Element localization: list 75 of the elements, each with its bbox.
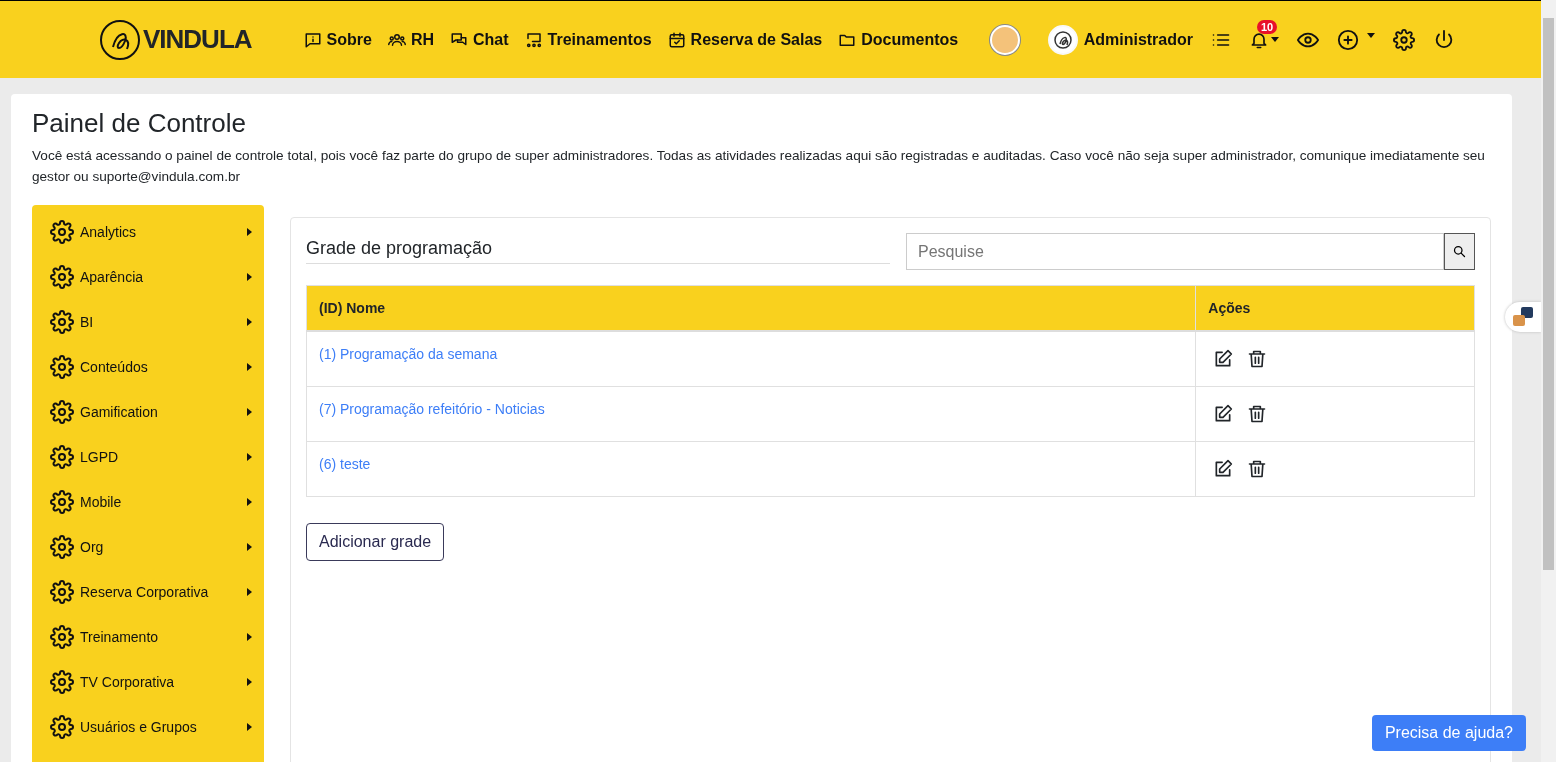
- page-description: Você está acessando o painel de controle total, pois você faz parte do grupo de super administradores. Todas as atividades realizadas aqui são registradas e auditadas. Caso você não seja super administrador, comunique imediatamente seu gestor ou suporte@vindula.com.br: [32, 147, 1486, 186]
- gear-icon: [50, 444, 74, 469]
- page-title: Painel de Controle: [32, 108, 247, 139]
- triangle-icon: [247, 407, 252, 416]
- gear-icon: [50, 579, 74, 604]
- gear-icon: [50, 354, 74, 379]
- caret-icon[interactable]: [1367, 33, 1375, 38]
- sidebar-item[interactable]: Usuários e Grupos: [32, 704, 264, 749]
- trash-icon: [1247, 404, 1268, 424]
- board-icon: [524, 30, 543, 49]
- logo-text: VINDULA: [143, 24, 252, 55]
- sidebar-item[interactable]: Org: [32, 524, 264, 569]
- user-menu[interactable]: Administrador: [1047, 24, 1193, 55]
- trash-icon: [1247, 349, 1268, 369]
- gear-icon: [50, 399, 74, 424]
- logo-icon: [99, 18, 141, 61]
- sidebar-item[interactable]: Analytics: [32, 209, 264, 254]
- search-button[interactable]: [1444, 233, 1475, 270]
- edit-icon: [1213, 349, 1234, 369]
- sidebar-item[interactable]: Mobile: [32, 479, 264, 524]
- plus-circle-icon: [1337, 28, 1359, 51]
- calendar-check-icon: [667, 30, 686, 49]
- gear-icon: [50, 264, 74, 289]
- trash-icon: [1247, 459, 1268, 479]
- triangle-icon: [247, 497, 252, 506]
- column-header: Ações: [1195, 285, 1475, 331]
- triangle-icon: [247, 722, 252, 731]
- triangle-icon: [247, 452, 252, 461]
- nav-link[interactable]: Reserva de Salas: [667, 30, 823, 49]
- triangle-icon: [247, 677, 252, 686]
- gear-icon: [50, 624, 74, 649]
- triangle-icon: [247, 587, 252, 596]
- sidebar-item[interactable]: Gamification: [32, 389, 264, 434]
- power-icon: [1433, 28, 1455, 51]
- triangle-icon: [247, 362, 252, 371]
- caret-icon[interactable]: [1271, 37, 1279, 42]
- help-button[interactable]: Precisa de ajuda?: [1371, 715, 1526, 751]
- message-info-icon: [303, 30, 322, 49]
- nav-link[interactable]: RH: [387, 30, 434, 49]
- sidebar-item[interactable]: Treinamento: [32, 614, 264, 659]
- search-icon: [1452, 244, 1467, 259]
- notification-badge: 10: [1257, 19, 1278, 34]
- avatar[interactable]: [989, 24, 1020, 55]
- sidebar-item[interactable]: Conteúdos: [32, 344, 264, 389]
- sidebar-item[interactable]: Reserva Corporativa: [32, 569, 264, 614]
- sidebar-item[interactable]: BI: [32, 299, 264, 344]
- sidebar-item[interactable]: TV Corporativa: [32, 659, 264, 704]
- edit-icon: [1213, 459, 1234, 479]
- gear-icon: [50, 669, 74, 694]
- row-link[interactable]: (6) teste: [319, 456, 371, 472]
- settings-icon: [1393, 28, 1415, 51]
- triangle-icon: [247, 542, 252, 551]
- gear-icon: [50, 219, 74, 244]
- row-link[interactable]: (1) Programação da semana: [319, 346, 498, 362]
- row-link[interactable]: (7) Programação refeitório - Noticias: [319, 401, 545, 417]
- triangle-icon: [247, 272, 252, 281]
- gear-icon: [50, 714, 74, 739]
- triangle-icon: [247, 227, 252, 236]
- nav-link[interactable]: Treinamentos: [524, 30, 652, 49]
- search-field[interactable]: Pesquise: [906, 233, 1444, 270]
- edit-icon: [1213, 404, 1234, 424]
- add-button[interactable]: Adicionar grade: [306, 523, 445, 561]
- gear-icon: [50, 489, 74, 514]
- sidebar-item[interactable]: LGPD: [32, 434, 264, 479]
- panel-title: Grade de programação: [306, 233, 890, 264]
- nav-link[interactable]: Chat: [450, 30, 509, 49]
- sidebar-item[interactable]: Aparência: [32, 254, 264, 299]
- nav-link[interactable]: Documentos: [838, 30, 959, 49]
- logo-icon: [1052, 29, 1073, 50]
- column-header: (ID) Nome: [306, 285, 1196, 331]
- gear-icon: [50, 309, 74, 334]
- triangle-icon: [247, 632, 252, 641]
- gear-icon: [50, 534, 74, 559]
- nav-link[interactable]: Sobre: [303, 30, 372, 49]
- triangle-icon: [247, 317, 252, 326]
